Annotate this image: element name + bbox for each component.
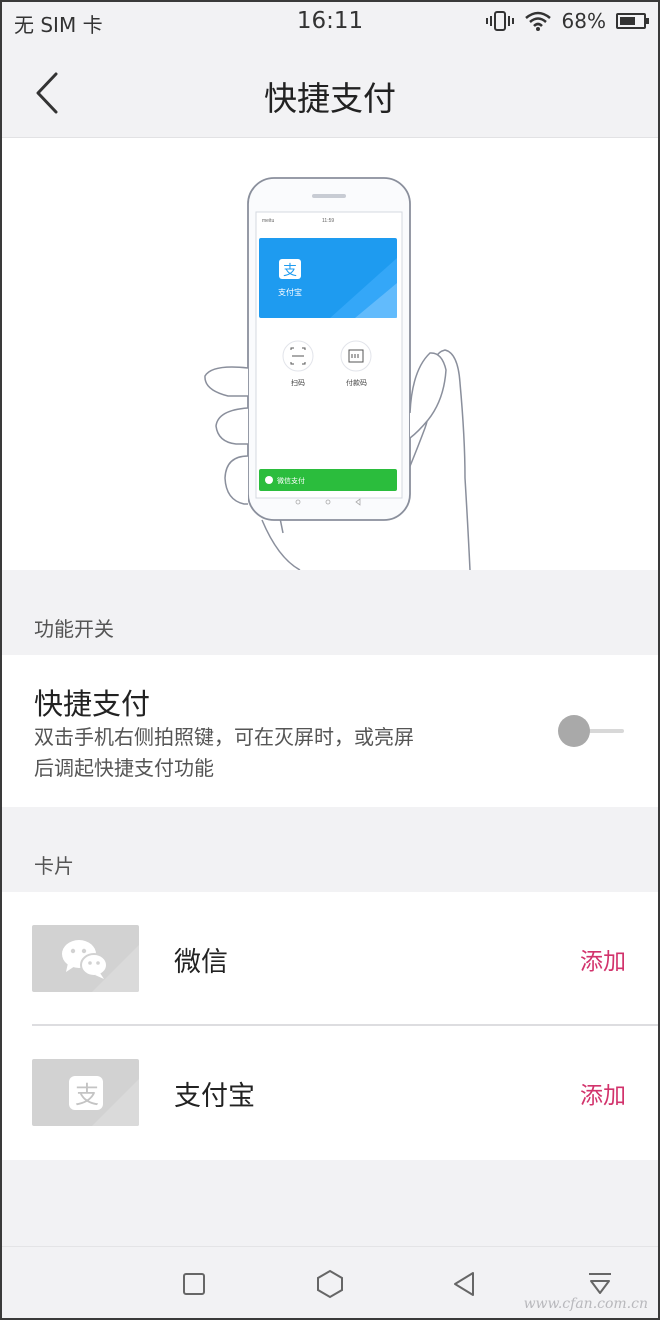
alipay-icon: 支 — [69, 1076, 139, 1126]
status-bar: 无 SIM 卡 16:11 68% — [0, 0, 660, 46]
back-nav-button[interactable] — [449, 1269, 479, 1299]
alipay-card-thumbnail: 支 — [32, 1059, 139, 1126]
alipay-card-label: 支付宝 — [278, 287, 302, 297]
quick-pay-setting-title: 快捷支付 — [34, 687, 151, 721]
battery-percent: 68% — [561, 9, 606, 33]
hexagon-home-icon — [317, 1269, 343, 1299]
pull-down-button[interactable] — [585, 1269, 615, 1299]
wifi-icon — [524, 11, 551, 31]
section-header-function-switch: 功能开关 — [34, 617, 114, 641]
add-wechat-button[interactable]: 添加 — [580, 942, 626, 976]
recents-button[interactable] — [179, 1269, 209, 1299]
card-list: 微信 添加 支 支付宝 添加 — [0, 892, 660, 1160]
quick-pay-setting-description: 双击手机右侧拍照键，可在灭屏时，或亮屏 后调起快捷支付功能 — [34, 722, 434, 784]
hand-phone-illustration: meitu 11:59 支 支付宝 扫码 付款码 微信支付 — [204, 177, 471, 570]
pull-down-icon — [589, 1273, 611, 1294]
home-button[interactable] — [315, 1269, 345, 1299]
phone-status-left: meitu — [262, 218, 274, 224]
paycode-button-graphic — [340, 340, 372, 372]
paycode-label: 付款码 — [346, 378, 367, 387]
wechat-card-label: 微信支付 — [277, 476, 305, 485]
wechat-card-thumbnail — [32, 925, 139, 992]
description-line-2: 后调起快捷支付功能 — [34, 756, 214, 780]
status-indicators: 68% — [485, 9, 649, 33]
quick-pay-setting-row: 快捷支付 双击手机右侧拍照键，可在灭屏时，或亮屏 后调起快捷支付功能 — [0, 655, 660, 807]
card-row-alipay[interactable]: 支 支付宝 添加 — [0, 1026, 660, 1160]
triangle-back-icon — [454, 1272, 474, 1296]
switch-knob — [558, 715, 590, 747]
description-line-1: 双击手机右侧拍照键，可在灭屏时，或亮屏 — [34, 725, 414, 749]
page-title: 快捷支付 — [264, 79, 396, 118]
square-recents-icon — [183, 1273, 205, 1295]
section-header-cards: 卡片 — [34, 854, 74, 878]
add-alipay-button[interactable]: 添加 — [580, 1076, 626, 1110]
quick-pay-illustration: meitu 11:59 支 支付宝 扫码 付款码 微信支付 — [0, 138, 660, 570]
quick-pay-toggle-switch[interactable] — [558, 715, 624, 747]
card-name-wechat: 微信 — [174, 947, 228, 978]
title-bar: 快捷支付 — [0, 46, 660, 138]
scan-label: 扫码 — [291, 378, 305, 387]
phone-status-time: 11:59 — [322, 218, 334, 224]
card-row-wechat[interactable]: 微信 添加 — [0, 892, 660, 1026]
battery-level-fill — [620, 17, 635, 25]
alipay-logo-glyph: 支 — [283, 263, 297, 279]
system-nav-bar: www.cfan.com.cn — [0, 1246, 660, 1320]
watermark: www.cfan.com.cn — [523, 1296, 648, 1312]
wechat-icon — [62, 940, 139, 992]
card-name-alipay: 支付宝 — [174, 1081, 255, 1112]
svg-text:支: 支 — [75, 1081, 99, 1109]
battery-icon — [616, 13, 649, 29]
vibrate-icon — [485, 11, 514, 31]
